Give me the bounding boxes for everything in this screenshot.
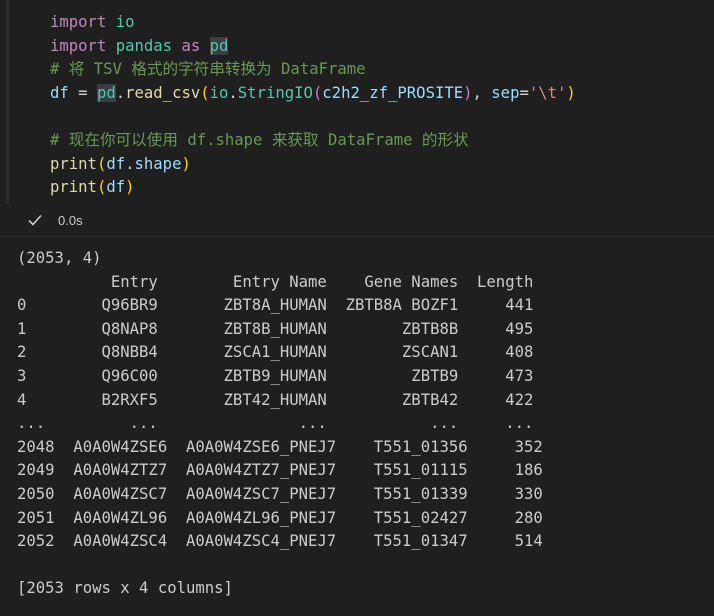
ref-pd: pd (96, 83, 116, 102)
module-pandas: pandas (115, 36, 173, 55)
attr-shape: shape (134, 154, 182, 173)
code-line-1: import io (50, 13, 135, 31)
cell-status: 0.0s (26, 210, 83, 230)
code-line-8: print(df) (50, 178, 135, 197)
table-row: 2 Q8NBB4 ZSCA1_HUMAN ZSCAN1 408 (17, 343, 534, 362)
notebook-code-cell[interactable]: import io import pandas as pd # 将 TSV 格式… (0, 0, 714, 236)
table-ellipsis-row: ... ... ... ... ... (17, 414, 534, 433)
check-icon (28, 214, 42, 226)
import-keyword: import (50, 13, 107, 31)
table-summary: [2053 rows x 4 columns] (17, 579, 233, 598)
as-keyword: as (181, 36, 201, 55)
table-header: Entry Entry Name Gene Names Length (17, 272, 534, 291)
alias-pd: pd (209, 36, 229, 55)
output-divider (0, 236, 714, 237)
table-row: 0 Q96BR9 ZBT8A_HUMAN ZBTB8A BOZF1 441 (17, 296, 534, 315)
var-df: df (106, 178, 126, 197)
code-line-2: import pandas as pd (50, 36, 229, 55)
table-row: 2052 A0A0W4ZSC4 A0A0W4ZSC4_PNEJ7 T551_01… (17, 532, 543, 551)
output-text: (2053, 4) Entry Entry Name Gene Names Le… (17, 247, 543, 601)
code-line-6: # 现在你可以使用 df.shape 来获取 DataFrame 的形状 (50, 130, 469, 149)
code-editor[interactable]: import io import pandas as pd # 将 TSV 格式… (50, 11, 576, 200)
code-line-7: print(df.shape) (50, 154, 191, 173)
assign-op: = (68, 83, 97, 102)
table-row: 2051 A0A0W4ZL96 A0A0W4ZL96_PNEJ7 T551_02… (17, 508, 543, 527)
module-io: io (115, 13, 135, 31)
execution-time: 0.0s (58, 212, 83, 228)
code-line-4: df = pd.read_csv(io.StringIO(c2h2_zf_PRO… (50, 83, 576, 102)
table-row: 3 Q96C00 ZBTB9_HUMAN ZBTB9 473 (17, 366, 534, 385)
fn-print: print (50, 178, 97, 197)
var-df: df (50, 83, 69, 102)
param-sep: sep (491, 83, 520, 102)
table-row: 2049 A0A0W4ZTZ7 A0A0W4ZTZ7_PNEJ7 T551_01… (17, 461, 543, 480)
var-c2h2: c2h2_zf_PROSITE (322, 83, 464, 102)
cell-focus-bar (6, 0, 9, 204)
fn-print: print (50, 154, 97, 173)
import-keyword: import (50, 36, 107, 55)
fn-read-csv: read_csv (125, 83, 201, 102)
table-row: 2048 A0A0W4ZSE6 A0A0W4ZSE6_PNEJ7 T551_01… (17, 437, 543, 456)
code-line-3: # 将 TSV 格式的字符串转换为 DataFrame (50, 60, 366, 79)
table-row: 1 Q8NAP8 ZBT8B_HUMAN ZBTB8B 495 (17, 319, 534, 338)
table-row: 4 B2RXF5 ZBT42_HUMAN ZBTB42 422 (17, 390, 534, 409)
string-tab: '\t' (528, 83, 567, 102)
var-df: df (106, 154, 126, 173)
fn-stringio: StringIO (237, 83, 313, 102)
ref-io: io (209, 83, 229, 102)
table-row: 2050 A0A0W4ZSC7 A0A0W4ZSC7_PNEJ7 T551_01… (17, 484, 543, 503)
output-shape: (2053, 4) (17, 249, 102, 267)
